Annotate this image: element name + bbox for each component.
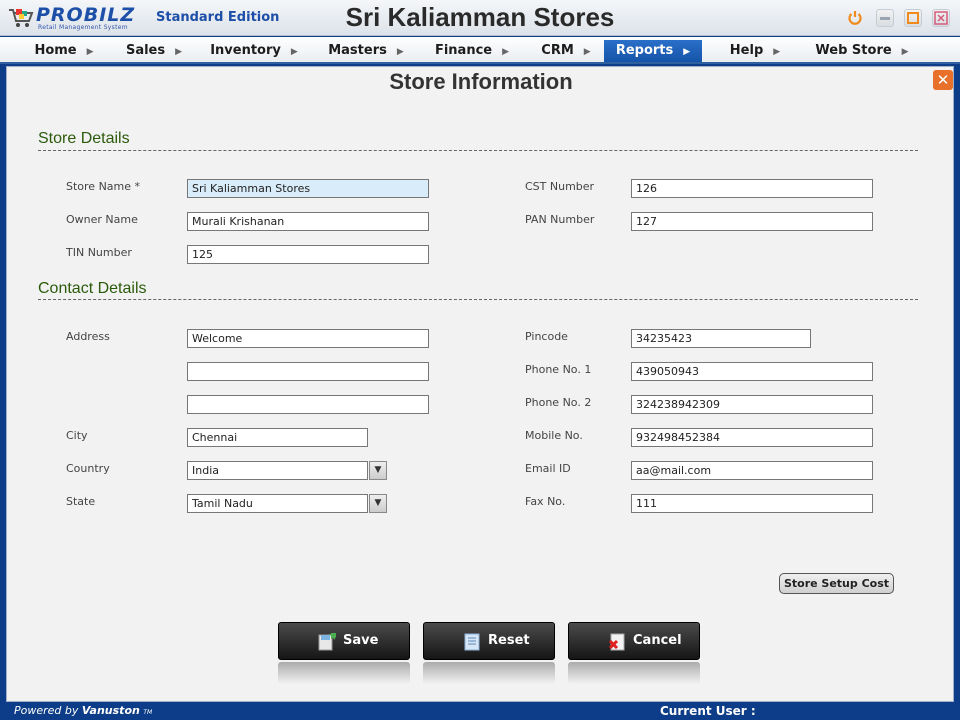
- city-label: City: [66, 429, 88, 442]
- current-user-label: Current User :: [660, 704, 756, 718]
- powered-by-label: Powered by Vanuston TM: [14, 704, 153, 717]
- cst-number-label: CST Number: [525, 180, 595, 193]
- country-label: Country: [66, 462, 110, 475]
- minimize-icon: [880, 17, 890, 20]
- phone-1-label: Phone No. 1: [525, 363, 592, 376]
- fax-label: Fax No.: [525, 495, 566, 508]
- phone-2-field[interactable]: 324238942309: [631, 395, 873, 414]
- pan-number-field[interactable]: 127: [631, 212, 873, 231]
- button-reflection: [568, 662, 700, 684]
- page-title: Store Information: [389, 69, 573, 94]
- arrow-right-icon: ▶: [502, 47, 510, 57]
- store-name-label: Store Name *: [66, 180, 141, 193]
- cancel-icon: [608, 633, 625, 651]
- brand-tagline: Retail Management System: [38, 24, 128, 31]
- shopping-cart-icon: [9, 9, 34, 27]
- store-name-field[interactable]: Sri Kaliamman Stores: [187, 179, 429, 198]
- pan-number-label: PAN Number: [525, 213, 595, 226]
- power-icon: [848, 11, 862, 25]
- status-bar: Powered by Vanuston TM Current User :: [0, 702, 960, 720]
- fax-field[interactable]: 111: [631, 494, 873, 513]
- cancel-button[interactable]: Cancel: [568, 622, 700, 660]
- state-select[interactable]: Tamil Nadu: [187, 494, 368, 513]
- button-reflection: [278, 662, 410, 684]
- arrow-right-icon: ▶: [773, 47, 781, 57]
- trademark-label: TM: [143, 709, 153, 716]
- window-close-button[interactable]: [932, 9, 950, 27]
- address-line-2-field[interactable]: [187, 362, 429, 381]
- arrow-right-icon: ▶: [175, 47, 183, 57]
- reset-label: Reset: [488, 633, 530, 648]
- section-divider: [38, 150, 918, 151]
- maximize-icon: [907, 12, 919, 24]
- main-menu: Home ▶ Sales ▶ Inventory ▶ Masters ▶ Finance…: [0, 37, 960, 64]
- menu-finance[interactable]: Finance ▶: [426, 40, 518, 62]
- cst-number-field[interactable]: 126: [631, 179, 873, 198]
- app-logo: PROBILZ Retail Management System: [8, 4, 150, 32]
- email-field[interactable]: aa@mail.com: [631, 461, 873, 480]
- owner-name-field[interactable]: Murali Krishanan: [187, 212, 429, 231]
- brand-name: PROBILZ: [36, 4, 136, 26]
- power-button[interactable]: [846, 9, 864, 27]
- save-button[interactable]: Save: [278, 622, 410, 660]
- menu-help[interactable]: Help ▶: [722, 40, 788, 62]
- menu-inventory[interactable]: Inventory ▶: [204, 40, 304, 62]
- country-select[interactable]: India: [187, 461, 368, 480]
- arrow-right-icon: ▶: [683, 47, 691, 57]
- arrow-right-icon: ▶: [86, 47, 94, 57]
- cancel-label: Cancel: [633, 633, 682, 648]
- chevron-down-icon[interactable]: ▼: [369, 461, 387, 480]
- address-label: Address: [66, 330, 110, 343]
- close-icon: ✕: [936, 71, 950, 89]
- address-line-1-field[interactable]: Welcome: [187, 329, 429, 348]
- menu-masters[interactable]: Masters ▶: [318, 40, 414, 62]
- powered-by-brand: Vanuston: [81, 704, 140, 717]
- close-icon: [934, 11, 948, 25]
- state-label: State: [66, 495, 96, 508]
- contact-details-heading: Contact Details: [38, 280, 147, 297]
- store-setup-cost-button[interactable]: Store Setup Cost: [779, 573, 894, 594]
- chevron-down-icon[interactable]: ▼: [369, 494, 387, 513]
- mobile-field[interactable]: 932498452384: [631, 428, 873, 447]
- section-divider: [38, 299, 918, 300]
- button-reflection: [423, 662, 555, 684]
- arrow-right-icon: ▶: [901, 47, 909, 57]
- save-icon: [318, 633, 336, 651]
- arrow-right-icon: ▶: [583, 47, 591, 57]
- tin-number-field[interactable]: 125: [187, 245, 429, 264]
- store-details-heading: Store Details: [38, 130, 130, 147]
- phone-2-label: Phone No. 2: [525, 396, 592, 409]
- pincode-field[interactable]: 34235423: [631, 329, 811, 348]
- phone-1-field[interactable]: 439050943: [631, 362, 873, 381]
- tin-number-label: TIN Number: [66, 246, 132, 259]
- email-label: Email ID: [525, 462, 571, 475]
- document-icon: [464, 633, 480, 651]
- title-bar: PROBILZ Retail Management System Standar…: [0, 0, 960, 36]
- menu-web-store[interactable]: Web Store ▶: [810, 40, 914, 62]
- maximize-button[interactable]: [904, 9, 922, 27]
- menu-home[interactable]: Home ▶: [22, 40, 106, 62]
- arrow-right-icon: ▶: [290, 47, 298, 57]
- reset-button[interactable]: Reset: [423, 622, 555, 660]
- pincode-label: Pincode: [525, 330, 568, 343]
- edition-label: Standard Edition: [156, 10, 280, 25]
- arrow-right-icon: ▶: [396, 47, 404, 57]
- close-form-button[interactable]: ✕: [933, 70, 953, 90]
- mobile-label: Mobile No.: [525, 429, 583, 442]
- menu-reports[interactable]: Reports ▶: [604, 40, 702, 62]
- save-label: Save: [343, 633, 379, 648]
- owner-name-label: Owner Name: [66, 213, 138, 226]
- city-field[interactable]: Chennai: [187, 428, 368, 447]
- address-line-3-field[interactable]: [187, 395, 429, 414]
- menu-crm[interactable]: CRM ▶: [530, 40, 602, 62]
- minimize-button[interactable]: [876, 9, 894, 27]
- menu-sales[interactable]: Sales ▶: [112, 40, 196, 62]
- store-information-panel: Store Information ✕ Store Details Store …: [6, 66, 954, 702]
